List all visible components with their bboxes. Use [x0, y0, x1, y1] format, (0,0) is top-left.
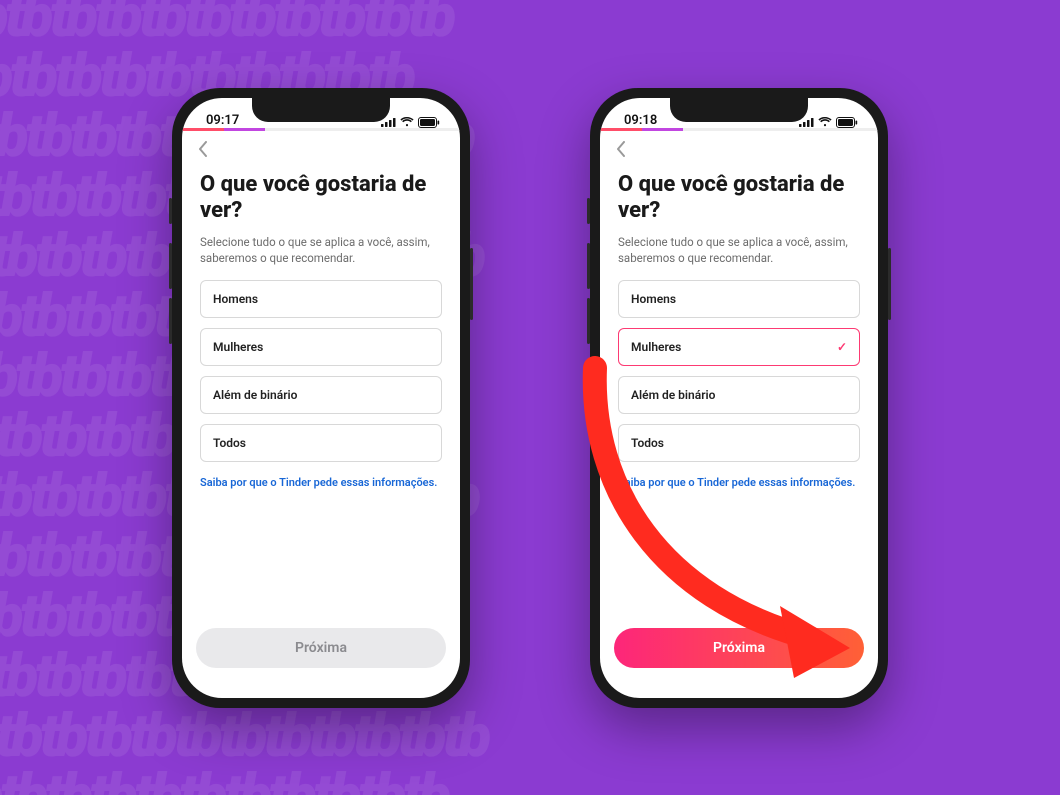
phone-side-button: [169, 243, 172, 289]
battery-icon: [836, 117, 858, 128]
phone-side-button: [169, 198, 172, 224]
phone-right: 09:18 O que você gostaria de ver? Seleci…: [590, 88, 888, 708]
next-button[interactable]: Próxima: [614, 628, 864, 668]
next-button[interactable]: Próxima: [196, 628, 446, 668]
option-mulheres[interactable]: Mulheres: [200, 328, 442, 366]
phone-side-button: [587, 298, 590, 344]
info-link[interactable]: Saiba por que o Tinder pede essas inform…: [618, 476, 860, 489]
stage: 09:17 O que você gostaria de ver? Seleci…: [0, 0, 1060, 795]
option-label: Homens: [213, 292, 258, 306]
phone-side-button: [888, 248, 891, 320]
status-indicators: [381, 117, 440, 128]
option-mulheres[interactable]: Mulheres ✓: [618, 328, 860, 366]
option-label: Todos: [631, 436, 664, 450]
back-button[interactable]: [612, 137, 630, 166]
onboarding-progress: [600, 128, 878, 131]
phone-left: 09:17 O que você gostaria de ver? Seleci…: [172, 88, 470, 708]
wifi-icon: [400, 117, 414, 127]
battery-icon: [418, 117, 440, 128]
onboarding-progress: [182, 128, 460, 131]
phone-side-button: [169, 298, 172, 344]
phone-notch: [670, 98, 808, 122]
option-homens[interactable]: Homens: [200, 280, 442, 318]
option-label: Todos: [213, 436, 246, 450]
status-indicators: [799, 117, 858, 128]
phone-side-button: [470, 248, 473, 320]
check-icon: ✓: [837, 340, 847, 354]
option-alem-de-binario[interactable]: Além de binário: [618, 376, 860, 414]
page-title: O que você gostaria de ver?: [618, 172, 860, 225]
option-label: Mulheres: [213, 340, 263, 354]
option-label: Além de binário: [631, 388, 715, 402]
option-todos[interactable]: Todos: [618, 424, 860, 462]
phone-screen: 09:18 O que você gostaria de ver? Seleci…: [600, 98, 878, 698]
option-label: Além de binário: [213, 388, 297, 402]
page-subtitle: Selecione tudo o que se aplica a você, a…: [200, 234, 442, 266]
chevron-left-icon: [616, 141, 626, 157]
info-link[interactable]: Saiba por que o Tinder pede essas inform…: [200, 476, 442, 489]
chevron-left-icon: [198, 141, 208, 157]
option-homens[interactable]: Homens: [618, 280, 860, 318]
option-todos[interactable]: Todos: [200, 424, 442, 462]
page-title: O que você gostaria de ver?: [200, 172, 442, 225]
back-button[interactable]: [194, 137, 212, 166]
phone-notch: [252, 98, 390, 122]
page-subtitle: Selecione tudo o que se aplica a você, a…: [618, 234, 860, 266]
next-button-label: Próxima: [713, 640, 765, 656]
wifi-icon: [818, 117, 832, 127]
phone-side-button: [587, 243, 590, 289]
status-time: 09:17: [206, 113, 239, 128]
phone-side-button: [587, 198, 590, 224]
phone-screen: 09:17 O que você gostaria de ver? Seleci…: [182, 98, 460, 698]
option-label: Homens: [631, 292, 676, 306]
next-button-label: Próxima: [295, 640, 347, 656]
option-alem-de-binario[interactable]: Além de binário: [200, 376, 442, 414]
option-label: Mulheres: [631, 340, 681, 354]
status-time: 09:18: [624, 113, 657, 128]
